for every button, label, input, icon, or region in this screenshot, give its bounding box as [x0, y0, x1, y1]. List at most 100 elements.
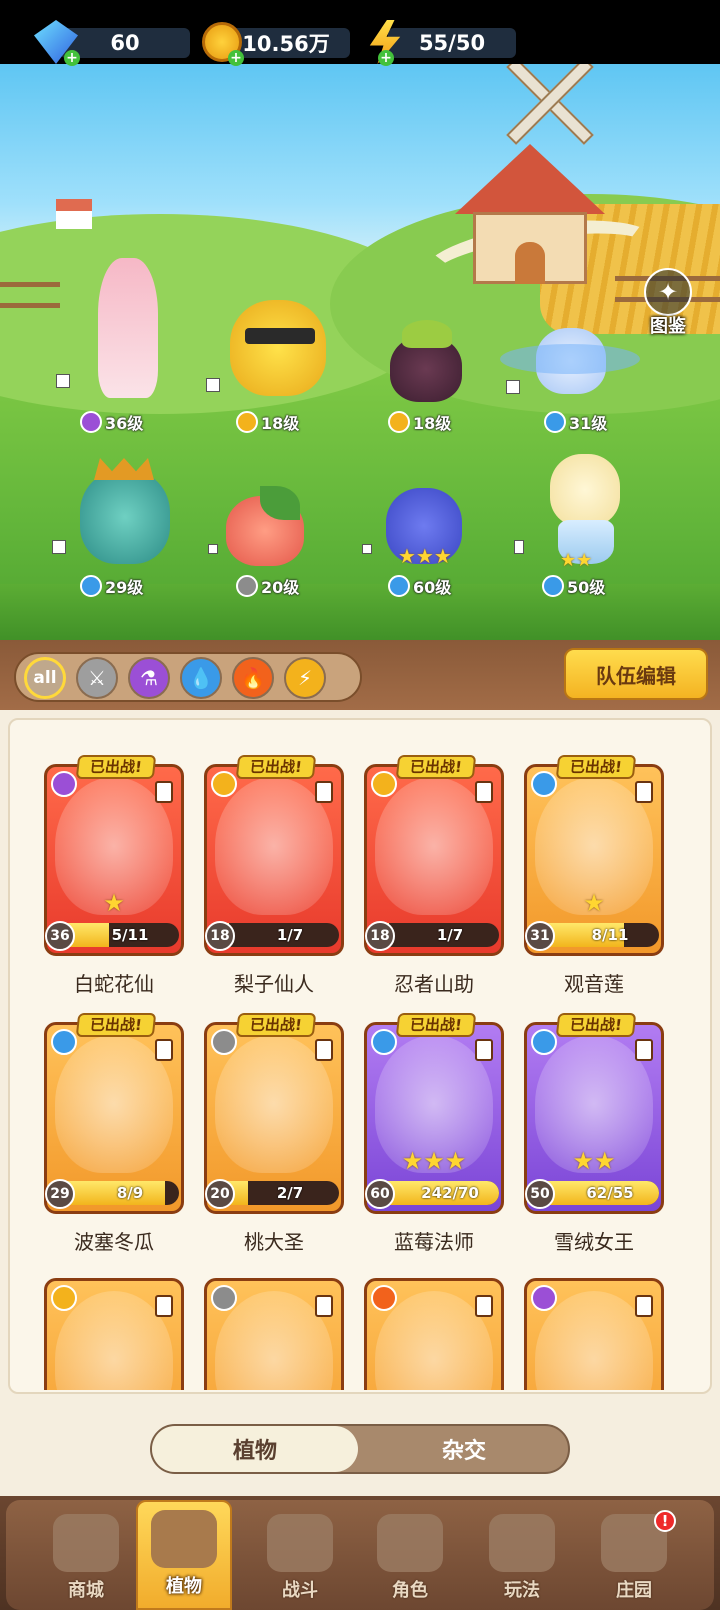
team-level-1: 36级 — [80, 410, 143, 434]
team-level-6: 20级 — [236, 574, 299, 598]
plant-name: 雪绒女王 — [554, 1230, 634, 1254]
element-icon — [211, 771, 237, 797]
nav-label: 玩法 — [504, 1580, 540, 1601]
slot-size-icon — [155, 781, 173, 803]
team-member-7[interactable]: ★★★ — [378, 482, 468, 568]
character-icon — [377, 1514, 443, 1572]
plant-card[interactable]: 已出战! 1/7 18 — [364, 755, 504, 956]
level-badge: 20 — [205, 1179, 235, 1209]
team-edit-button[interactable]: 队伍编辑 — [564, 648, 708, 700]
filter-blade-button[interactable]: ⚔ — [76, 657, 118, 699]
plant-card[interactable]: 已出战! ★ 5/11 36 — [44, 755, 184, 956]
nav-item-1[interactable]: 植物 — [136, 1500, 232, 1610]
filter-fire-button[interactable]: 🔥 — [232, 657, 274, 699]
tab-plants[interactable]: 植物 — [152, 1426, 358, 1472]
plant-name: 波塞冬瓜 — [74, 1230, 154, 1254]
plant-card[interactable] — [524, 1278, 664, 1390]
star-rating: ★★★ — [401, 1147, 467, 1175]
level-badge: 31 — [525, 921, 555, 951]
slot-marker — [506, 380, 520, 394]
fragment-count: 8/9 — [116, 1184, 144, 1202]
nav-label: 战斗 — [282, 1580, 318, 1601]
team-member-3[interactable] — [380, 316, 470, 406]
atlas-label: 图鉴 — [650, 316, 686, 337]
filter-potion-button[interactable]: ⚗ — [128, 657, 170, 699]
nav-item-3[interactable]: 角色 — [362, 1506, 458, 1606]
plant-card[interactable] — [44, 1278, 184, 1390]
level-text: 50级 — [567, 578, 606, 597]
team-level-5: 29级 — [80, 574, 143, 598]
team-member-4[interactable] — [500, 318, 640, 402]
team-level-2: 18级 — [236, 410, 299, 434]
deployed-badge: 已出战! — [395, 1013, 477, 1037]
slot-size-icon — [315, 1295, 333, 1317]
team-edit-label: 队伍编辑 — [596, 663, 676, 688]
plant-card[interactable] — [204, 1278, 344, 1390]
deployed-badge: 已出战! — [235, 755, 317, 779]
level-badge: 29 — [45, 1179, 75, 1209]
fire-icon: 🔥 — [240, 666, 266, 690]
potion-icon: ⚗ — [140, 666, 158, 690]
fragment-count: 242/70 — [421, 1184, 479, 1202]
element-icon — [211, 1029, 237, 1055]
team-member-5[interactable] — [60, 450, 180, 568]
plant-card[interactable]: 已出战! ★★★ 242/70 60 — [364, 1013, 504, 1214]
plant-card[interactable]: 已出战! ★ 8/11 31 — [524, 755, 664, 956]
filter-lightning-button[interactable]: ⚡ — [284, 657, 326, 699]
slot-size-icon — [315, 781, 333, 803]
element-icon — [51, 1285, 77, 1311]
fragment-count: 1/7 — [276, 926, 304, 944]
card-row-partial — [0, 1270, 720, 1390]
nav-item-2[interactable]: 战斗 — [252, 1506, 348, 1606]
deployed-badge: 已出战! — [555, 755, 637, 779]
deployed-badge: 已出战! — [75, 755, 157, 779]
slot-marker — [208, 544, 218, 554]
plant-card[interactable]: 已出战! ★★ 62/55 50 — [524, 1013, 664, 1214]
level-text: 29级 — [105, 578, 144, 597]
plant-card[interactable]: 已出战! 1/7 18 — [204, 755, 344, 956]
team-member-1[interactable] — [90, 258, 170, 408]
fence — [0, 282, 60, 308]
deployed-badge: 已出战! — [235, 1013, 317, 1037]
shop-icon — [53, 1514, 119, 1572]
fragment-count: 5/11 — [111, 926, 149, 944]
gem-counter[interactable]: 60 — [60, 28, 190, 58]
water-drop-icon — [80, 575, 102, 597]
atlas-button[interactable]: ✦ 图鉴 — [640, 268, 696, 337]
filter-water-button[interactable]: 💧 — [180, 657, 222, 699]
app-root: 60 + 10.56万 + 55/50 + ✦ 图鉴 ★★★ ★★ 36级 18… — [0, 0, 720, 1610]
filter-all-label: all — [33, 668, 57, 688]
slot-marker — [206, 378, 220, 392]
nav-item-5[interactable]: 庄园! — [586, 1506, 682, 1606]
tab-hybrid[interactable]: 杂交 — [360, 1426, 568, 1472]
slot-size-icon — [475, 1039, 493, 1061]
nav-item-4[interactable]: 玩法 — [474, 1506, 570, 1606]
filter-all-button[interactable]: all — [24, 657, 66, 699]
team-member-2[interactable] — [225, 290, 335, 400]
lightning-icon — [236, 411, 258, 433]
add-gem-icon[interactable]: + — [64, 50, 80, 66]
level-text: 36级 — [105, 414, 144, 433]
slot-marker — [56, 374, 70, 388]
slot-size-icon — [155, 1295, 173, 1317]
plant-icon — [151, 1510, 217, 1568]
plant-card[interactable]: 已出战! 2/7 20 — [204, 1013, 344, 1214]
plant-name: 蓝莓法师 — [394, 1230, 474, 1254]
slot-size-icon — [475, 1295, 493, 1317]
element-icon — [531, 771, 557, 797]
plant-card[interactable] — [364, 1278, 504, 1390]
team-level-3: 18级 — [388, 410, 451, 434]
slot-size-icon — [635, 781, 653, 803]
water-drop-icon — [388, 575, 410, 597]
deployed-badge: 已出战! — [395, 755, 477, 779]
nav-item-0[interactable]: 商城 — [38, 1506, 134, 1606]
energy-counter[interactable]: 55/50 — [388, 28, 516, 58]
team-member-6[interactable] — [220, 486, 310, 566]
add-energy-icon[interactable]: + — [378, 50, 394, 66]
add-coin-icon[interactable]: + — [228, 50, 244, 66]
team-member-8[interactable]: ★★ — [540, 450, 630, 571]
plant-card[interactable]: 已出战! 8/9 29 — [44, 1013, 184, 1214]
star-rating: ★★ — [572, 1147, 616, 1175]
tab-hybrid-label: 杂交 — [441, 1439, 486, 1464]
fragment-count: 2/7 — [276, 1184, 304, 1202]
